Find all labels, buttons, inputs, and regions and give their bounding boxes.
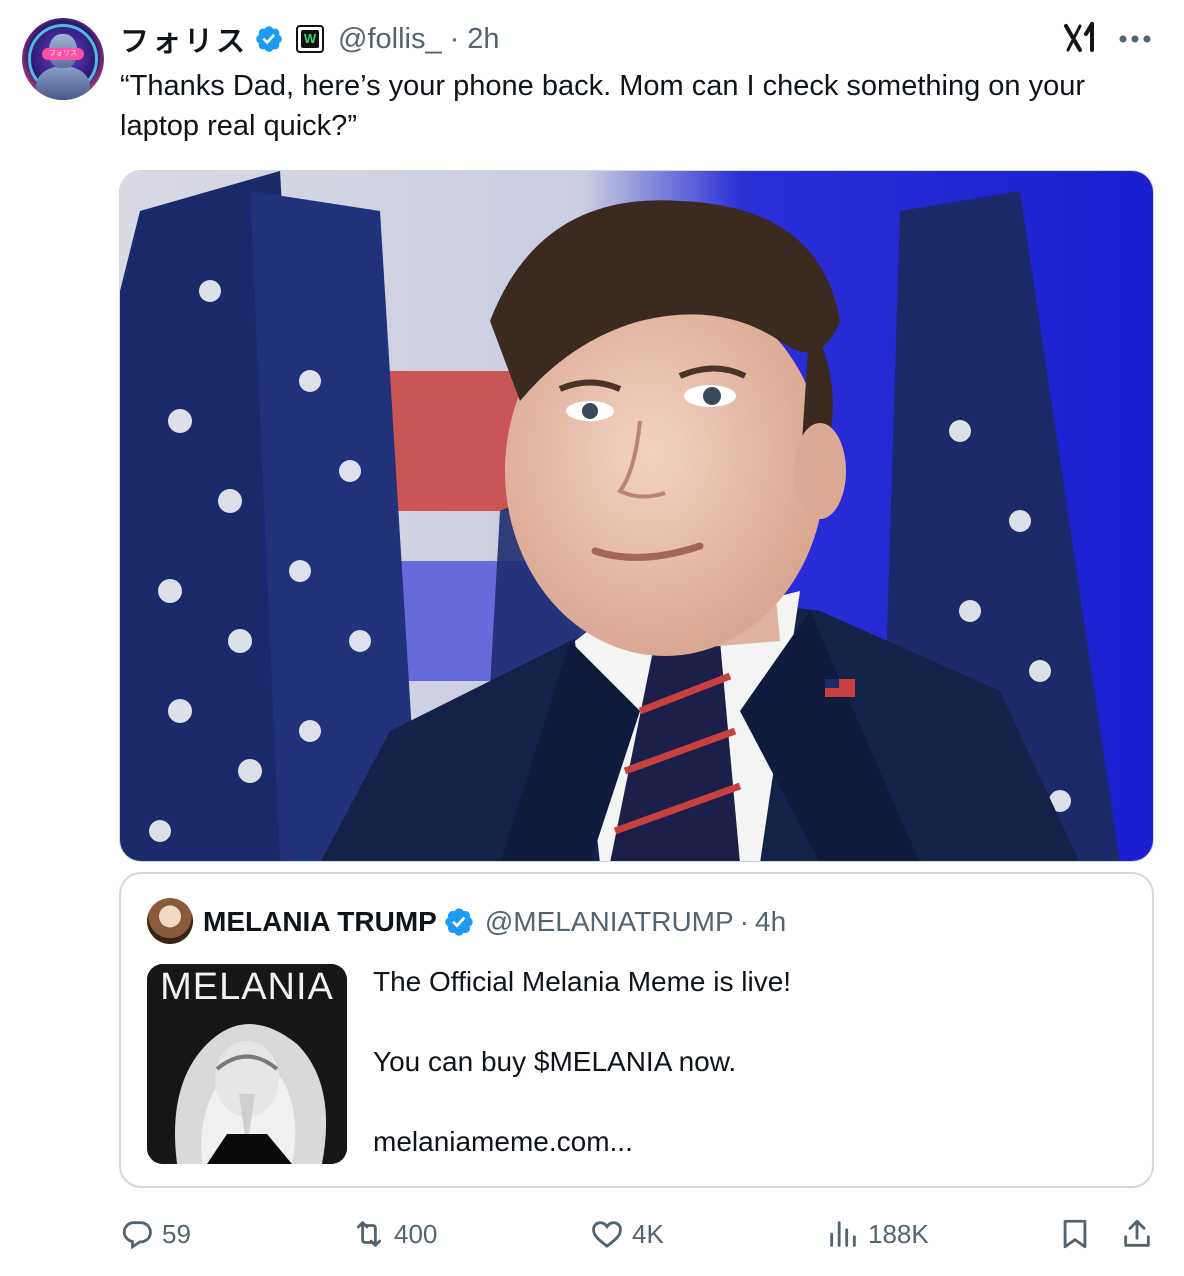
view-count: 188K [868,1218,929,1249]
repost-count: 400 [394,1218,438,1249]
avatar-figure-body [36,66,90,100]
repost-button[interactable]: 400 [352,1210,437,1258]
bookmark-icon [1063,1219,1087,1249]
quoted-author-avatar[interactable] [147,898,193,944]
action-bar: 59 400 4K 188K [0,1210,1184,1258]
quoted-line-1: The Official Melania Meme is live! [373,966,792,997]
views-button[interactable]: 188K [826,1210,929,1258]
separator-dot: · [449,22,460,55]
reply-icon [122,1221,152,1250]
tweet-text: “Thanks Dad, here’s your phone back. Mom… [120,70,1086,142]
quoted-timestamp[interactable]: 4h [755,906,786,938]
bookmark-button[interactable] [1058,1210,1092,1258]
tweet-photo[interactable] [119,170,1154,862]
more-icon[interactable] [1118,34,1152,44]
like-button[interactable]: 4K [590,1210,664,1258]
tweet-header: フォリス W @follis_ · 2h [120,18,500,60]
author-handle[interactable]: @follis_ [338,23,442,56]
author-display-name[interactable]: フォリス [120,18,248,60]
like-count: 4K [632,1218,664,1249]
quoted-line-3[interactable]: melaniameme.com... [373,1122,791,1162]
analytics-icon [830,1221,856,1247]
avatar-label: フォリス [42,48,84,60]
reply-count: 59 [162,1218,191,1249]
quoted-line-2: You can buy $MELANIA now. [373,1046,737,1077]
grok-icon[interactable] [1062,20,1102,56]
tweet[interactable]: フォリス フォリス W @follis_ · 2h “Thanks Dad, h… [0,0,1184,1276]
quoted-tweet-thumbnail[interactable]: MELANIA [147,964,347,1164]
author-avatar[interactable]: フォリス [22,18,104,100]
thumbnail-title: MELANIA [160,966,334,1008]
quoted-tweet-header: MELANIA TRUMP @MELANIATRUMP · 4h [203,902,786,942]
repost-icon [356,1221,382,1247]
reply-button[interactable]: 59 [120,1210,191,1258]
heart-icon [592,1221,622,1248]
quoted-author-name[interactable]: MELANIA TRUMP [203,906,437,938]
quoted-separator-dot: · [739,906,749,937]
affiliation-badge-label: W [301,30,320,48]
quoted-tweet[interactable]: MELANIA TRUMP @MELANIATRUMP · 4h MELANIA [119,872,1154,1188]
tweet-timestamp[interactable]: 2h [467,23,499,56]
quoted-author-handle[interactable]: @MELANIATRUMP [485,906,734,938]
verified-badge-icon[interactable] [254,24,284,54]
quoted-tweet-text: The Official Melania Meme is live! You c… [373,962,791,1162]
affiliation-badge[interactable]: W [296,25,325,53]
share-icon [1124,1219,1150,1247]
quoted-verified-badge-icon[interactable] [443,906,475,938]
share-button[interactable] [1120,1210,1154,1258]
photo-illustration [120,171,1153,861]
